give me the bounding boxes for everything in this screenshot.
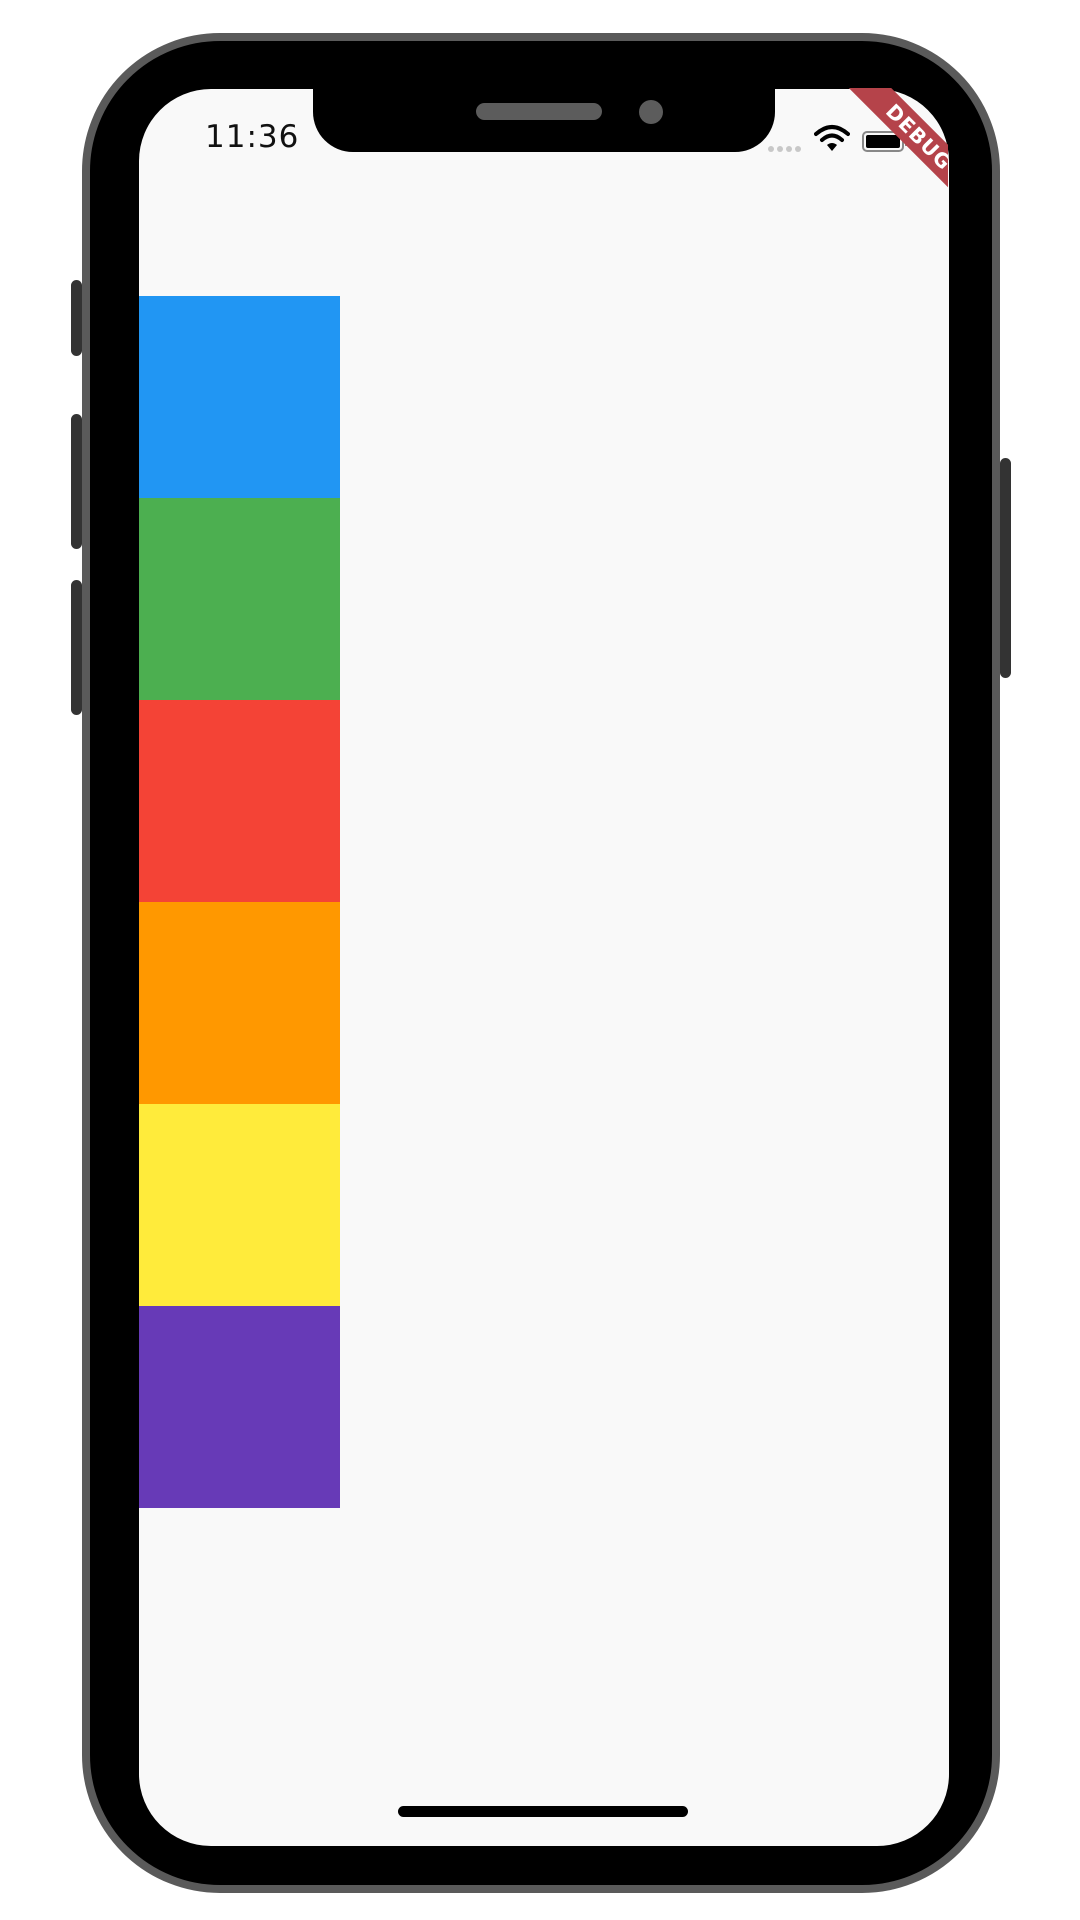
volume-up-button xyxy=(71,414,82,549)
color-box-yellow xyxy=(139,1104,340,1306)
volume-down-button xyxy=(71,580,82,715)
cellular-signal-icon xyxy=(768,146,801,152)
color-box-red xyxy=(139,700,340,902)
debug-banner: DEBUG xyxy=(820,88,948,216)
debug-banner-label: DEBUG xyxy=(841,88,948,215)
color-box-orange xyxy=(139,902,340,1104)
front-camera xyxy=(639,100,663,124)
power-button xyxy=(1000,458,1011,678)
color-box-purple xyxy=(139,1306,340,1508)
mute-switch xyxy=(71,280,82,356)
color-box-green xyxy=(139,498,340,700)
color-box-column xyxy=(139,296,340,1508)
home-indicator[interactable] xyxy=(398,1806,688,1817)
status-bar-time: 11:36 xyxy=(205,119,300,155)
color-box-blue xyxy=(139,296,340,498)
speaker-grille xyxy=(476,103,602,120)
